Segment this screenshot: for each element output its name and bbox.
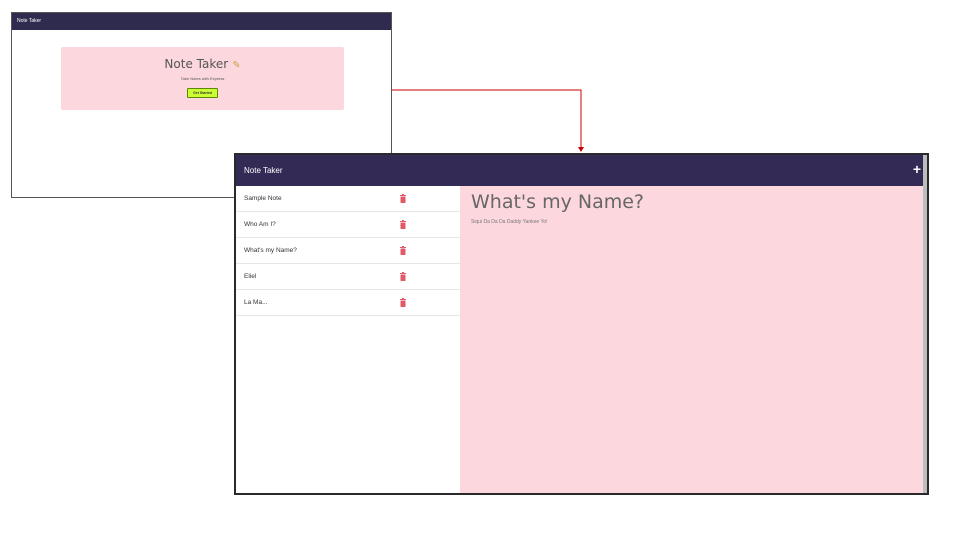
notes-list: Sample Note Who Am I? What's my Name? El… [236, 186, 460, 493]
trash-icon[interactable] [400, 272, 406, 281]
note-detail-panel: What's my Name? Siqui Da Da Da Daddy Yan… [460, 186, 923, 493]
note-list-title: Sample Note [244, 195, 282, 202]
notes-app-screenshot: Note Taker + Sample Note Who Am I? What'… [234, 153, 929, 495]
trash-icon[interactable] [400, 194, 406, 203]
list-item[interactable]: La Ma... [236, 290, 460, 316]
note-title-field[interactable]: What's my Name? [471, 191, 644, 213]
app-brand[interactable]: Note Taker [244, 155, 283, 186]
new-note-plus-icon[interactable]: + [913, 159, 921, 179]
note-list-title: La Ma... [244, 299, 268, 306]
trash-icon[interactable] [400, 246, 406, 255]
note-body-field[interactable]: Siqui Da Da Da Daddy Yankee Yo! [471, 219, 548, 225]
trash-icon[interactable] [400, 298, 406, 307]
list-item[interactable]: Eliel [236, 264, 460, 290]
note-list-title: Who Am I? [244, 221, 276, 228]
list-item[interactable]: Sample Note [236, 186, 460, 212]
note-list-title: What's my Name? [244, 247, 297, 254]
note-list-title: Eliel [244, 273, 257, 280]
trash-icon[interactable] [400, 220, 406, 229]
scrollbar[interactable] [923, 155, 927, 493]
list-item[interactable]: Who Am I? [236, 212, 460, 238]
app-navbar: Note Taker + [236, 155, 927, 186]
list-item[interactable]: What's my Name? [236, 238, 460, 264]
